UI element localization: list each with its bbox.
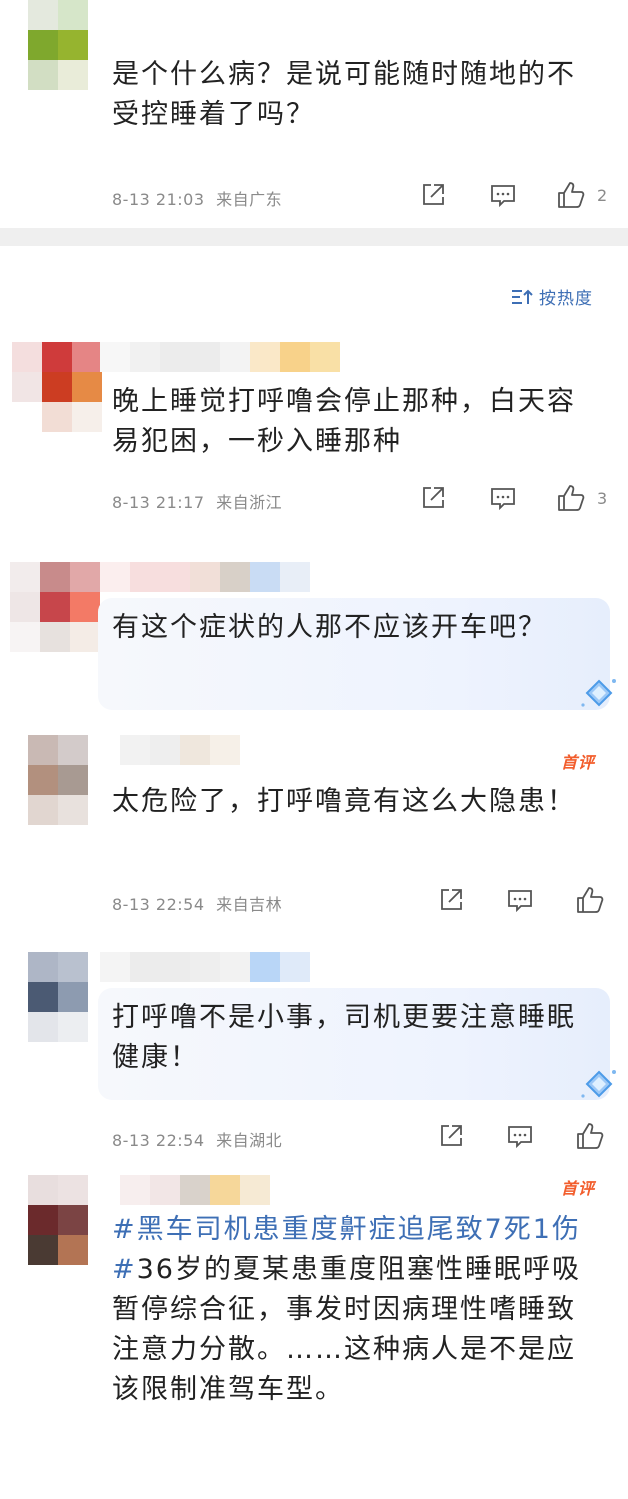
section-divider (0, 228, 628, 246)
comment-icon[interactable] (490, 184, 516, 208)
share-icon[interactable] (438, 1123, 464, 1149)
share-icon[interactable] (438, 887, 464, 913)
sort-icon (511, 288, 535, 306)
comment-icon[interactable] (507, 1125, 533, 1149)
diamond-badge-icon (578, 1066, 620, 1108)
timestamp: 8-13 22:54 (112, 895, 205, 914)
comment-icon[interactable] (507, 889, 533, 913)
like-icon[interactable] (557, 181, 585, 209)
comment-meta: 8-13 21:03 来自广东 (112, 186, 282, 210)
comment-body: 36岁的夏某患重度阻塞性睡眠呼吸暂停综合征，事发时因病理性嗜睡致注意力分散。……… (112, 1254, 581, 1405)
comment-icon[interactable] (490, 487, 516, 511)
location: 来自吉林 (216, 895, 283, 914)
location: 来自浙江 (216, 493, 283, 512)
location: 来自广东 (216, 190, 283, 209)
username[interactable] (100, 952, 310, 982)
sort-button[interactable]: 按热度 (511, 284, 593, 309)
share-icon[interactable] (420, 485, 446, 511)
like-icon[interactable] (576, 1122, 604, 1150)
like-icon[interactable] (576, 886, 604, 914)
username[interactable] (100, 562, 310, 592)
diamond-badge-icon (578, 675, 620, 717)
username[interactable] (100, 342, 340, 372)
avatar[interactable] (28, 1175, 118, 1265)
comment-meta: 8-13 21:17 来自浙江 (112, 489, 282, 513)
location: 来自湖北 (216, 1131, 283, 1150)
first-comment-badge: 首评 (561, 1179, 596, 1198)
avatar[interactable] (12, 342, 102, 432)
like-count: 3 (597, 489, 608, 508)
timestamp: 8-13 22:54 (112, 1131, 205, 1150)
reply-text: 有这个症状的人那不应该开车吧？ (112, 612, 547, 643)
timestamp: 8-13 21:17 (112, 493, 205, 512)
username[interactable] (120, 735, 240, 765)
comment-text: 晚上睡觉打呼噜会停止那种，白天容易犯困，一秒入睡那种 (112, 386, 576, 457)
share-icon[interactable] (420, 182, 446, 208)
sort-label: 按热度 (539, 289, 593, 309)
like-count: 2 (597, 186, 608, 205)
comment-text: 太危险了，打呼噜竟有这么大隐患！ (112, 786, 576, 817)
comment-text: 是个什么病？是说可能随时随地的不受控睡着了吗？ (112, 59, 576, 130)
reply-text: 打呼噜不是小事，司机更要注意睡眠健康！ (112, 1002, 576, 1073)
like-icon[interactable] (557, 484, 585, 512)
comment-meta: 8-13 22:54 来自湖北 (112, 1127, 282, 1151)
avatar[interactable] (28, 0, 118, 90)
avatar[interactable] (28, 735, 118, 825)
comment-text: #黑车司机患重度鼾症追尾致7死1伤#36岁的夏某患重度阻塞性睡眠呼吸暂停综合征，… (112, 1210, 592, 1410)
timestamp: 8-13 21:03 (112, 190, 205, 209)
comment-meta: 8-13 22:54 来自吉林 (112, 891, 282, 915)
avatar[interactable] (10, 562, 100, 652)
username[interactable] (120, 1175, 270, 1205)
first-comment-badge: 首评 (561, 753, 596, 772)
